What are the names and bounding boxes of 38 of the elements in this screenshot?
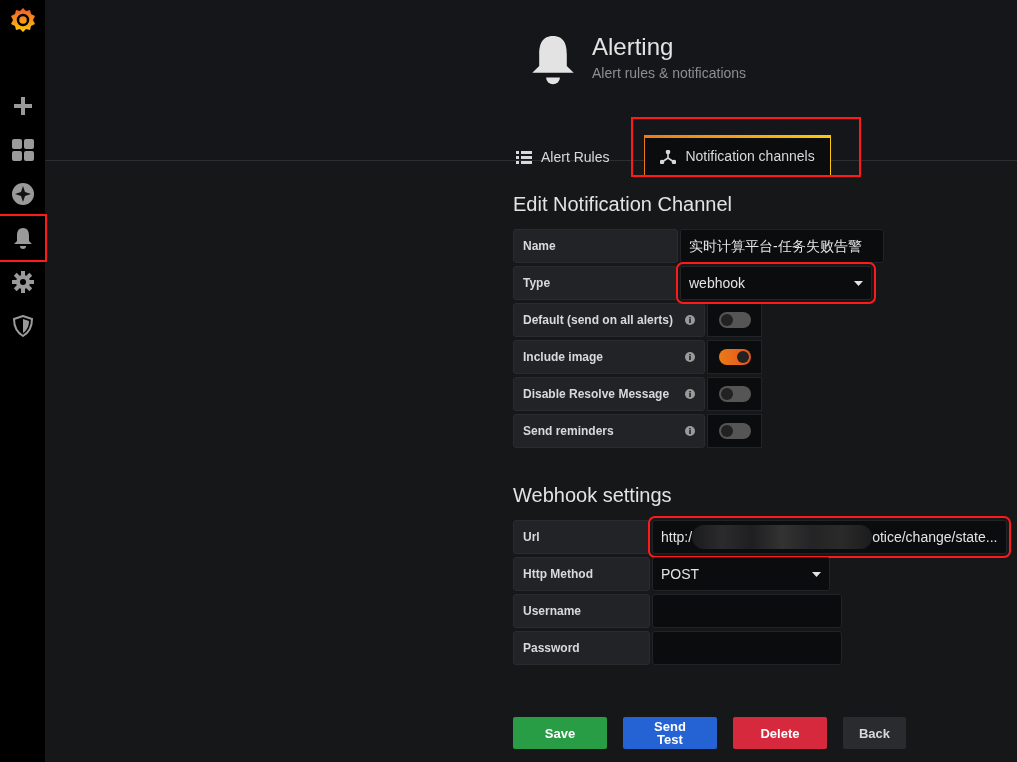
toggle-switch[interactable] xyxy=(718,386,751,402)
caret-icon xyxy=(812,571,821,577)
action-button[interactable]: Save xyxy=(513,717,607,749)
list-icon xyxy=(516,150,532,164)
switch-label: Disable Resolve Message xyxy=(523,386,670,403)
share-nodes-icon xyxy=(660,149,677,164)
input-field[interactable]: 实时计算平台-任务失败告警 xyxy=(680,229,884,263)
tab[interactable]: Alert Rules xyxy=(500,137,626,177)
field-label: Name xyxy=(513,229,678,263)
field-label: Http Method xyxy=(513,557,650,591)
toggle-switch[interactable] xyxy=(718,349,751,365)
input-field[interactable] xyxy=(652,631,842,665)
switch-label: Include image xyxy=(523,349,604,366)
bell-icon xyxy=(530,33,576,85)
field-label: Url xyxy=(513,520,650,554)
field-label: Type xyxy=(513,266,678,300)
info-icon xyxy=(685,315,695,325)
info-icon xyxy=(685,426,695,436)
action-button[interactable]: Send Test xyxy=(623,717,717,749)
toggle-switch[interactable] xyxy=(718,423,751,439)
info-icon xyxy=(685,352,695,362)
action-button[interactable]: Delete xyxy=(733,717,827,749)
toggle-switch[interactable] xyxy=(718,312,751,328)
info-icon xyxy=(685,389,695,399)
select-field[interactable]: POST xyxy=(652,557,830,591)
page-title: Alerting xyxy=(592,34,675,59)
input-field[interactable] xyxy=(652,594,842,628)
field-label: Password xyxy=(513,631,650,665)
field-label: Username xyxy=(513,594,650,628)
switch-label: Default (send on all alerts) xyxy=(523,312,674,329)
section-title: Edit Notification Channel xyxy=(513,192,733,217)
caret-icon xyxy=(854,280,863,286)
page-subtitle: Alert rules & notifications xyxy=(592,63,747,83)
section-title: Webhook settings xyxy=(513,483,673,508)
tab[interactable]: Notification channels xyxy=(644,135,831,175)
action-button[interactable]: Back xyxy=(843,717,906,749)
bell-icon[interactable] xyxy=(0,216,45,260)
switch-label: Send reminders xyxy=(523,423,614,440)
